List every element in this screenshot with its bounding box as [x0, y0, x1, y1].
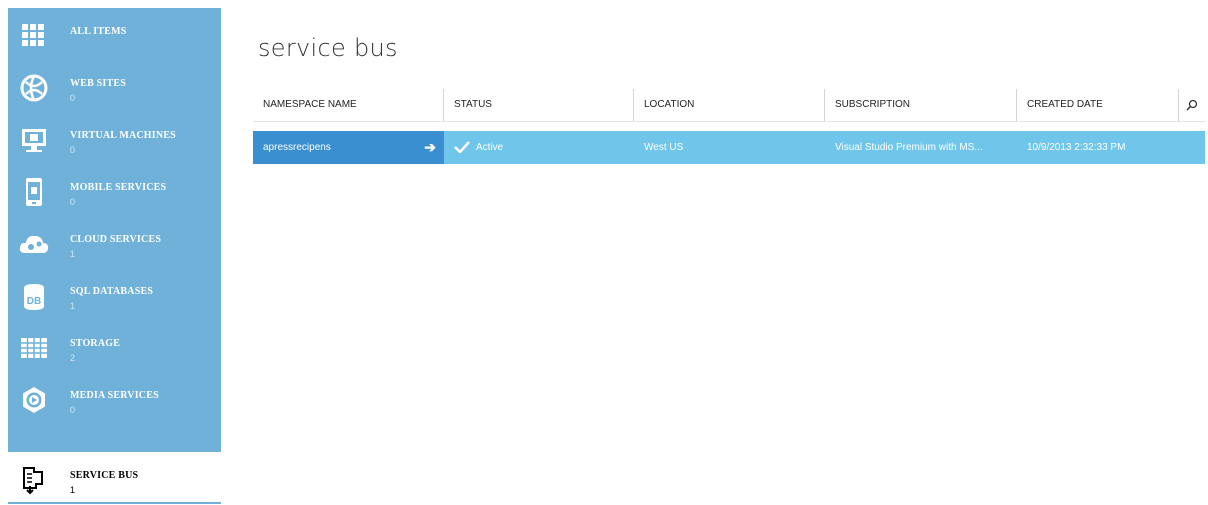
sidebar-nav: ALL ITEMS WEB SITES 0 VIRTUAL MACHINES 0…: [8, 8, 221, 452]
sidebar-item-label: VIRTUAL MACHINES: [70, 130, 176, 141]
table-icon: [21, 338, 47, 358]
sidebar-item-count: 0: [70, 405, 76, 415]
sidebar-item-count: 1: [70, 301, 76, 311]
sidebar-item-label: MEDIA SERVICES: [70, 390, 159, 401]
sidebar-item-count: 2: [70, 353, 76, 363]
subscription-cell: Visual Studio Premium with MS...: [835, 142, 983, 153]
sidebar-divider: [8, 502, 221, 504]
header-divider: [253, 121, 1205, 122]
sidebar-item-label: WEB SITES: [70, 78, 126, 89]
sidebar-item-count: 0: [70, 197, 76, 207]
sidebar-item-count: 0: [70, 145, 76, 155]
sidebar-item-label: MOBILE SERVICES: [70, 182, 167, 193]
grid-icon: [22, 24, 44, 46]
sidebar-item-label: STORAGE: [70, 338, 121, 349]
sidebar-item-cloud-services[interactable]: CLOUD SERVICES 1: [8, 216, 221, 268]
database-icon: DB: [24, 284, 44, 310]
table-header: NAMESPACE NAME STATUS LOCATION SUBSCRIPT…: [253, 89, 1205, 121]
created-date-cell: 10/9/2013 2:32:33 PM: [1027, 142, 1126, 153]
sidebar-item-media-services[interactable]: MEDIA SERVICES 0: [8, 372, 221, 424]
globe-icon: [20, 74, 48, 102]
namespace-name-cell[interactable]: apressrecipens ➔: [253, 131, 444, 164]
status-text: Active: [476, 142, 504, 153]
sidebar-item-web-sites[interactable]: WEB SITES 0: [8, 60, 221, 112]
sidebar-item-storage[interactable]: STORAGE 2: [8, 320, 221, 372]
column-header-subscription[interactable]: SUBSCRIPTION: [825, 89, 1017, 121]
arrow-right-icon[interactable]: ➔: [424, 131, 436, 164]
column-header-created-date[interactable]: CREATED DATE: [1017, 89, 1179, 121]
sidebar-item-count: 1: [70, 249, 76, 259]
sidebar-item-label: SQL DATABASES: [70, 286, 154, 297]
namespace-name: apressrecipens: [263, 142, 331, 153]
sidebar-item-label: ALL ITEMS: [70, 26, 127, 37]
search-button[interactable]: [1179, 89, 1205, 121]
column-header-location[interactable]: LOCATION: [634, 89, 825, 121]
sidebar-item-sql-databases[interactable]: DB SQL DATABASES 1: [8, 268, 221, 320]
location-cell: West US: [644, 142, 684, 153]
svg-text:DB: DB: [27, 296, 41, 307]
sidebar-item-virtual-machines[interactable]: VIRTUAL MACHINES 0: [8, 112, 221, 164]
cloud-gears-icon: [19, 235, 49, 253]
play-circle-icon: [23, 387, 45, 413]
sidebar-item-label: CLOUD SERVICES: [70, 234, 162, 245]
service-bus-icon: [23, 467, 43, 495]
sidebar-item-mobile-services[interactable]: MOBILE SERVICES 0: [8, 164, 221, 216]
checkmark-icon: [454, 141, 470, 154]
column-header-status[interactable]: STATUS: [444, 89, 634, 121]
table-row[interactable]: apressrecipens ➔ Active West US Visual S…: [253, 131, 1205, 164]
column-header-namespace-name[interactable]: NAMESPACE NAME: [253, 89, 444, 121]
sidebar-item-count: 0: [70, 93, 76, 103]
page-title: service bus: [258, 34, 398, 62]
phone-icon: [26, 178, 42, 206]
monitor-icon: [22, 129, 46, 152]
sidebar-item-all-items[interactable]: ALL ITEMS: [8, 8, 221, 60]
sidebar-item-service-bus[interactable]: SERVICE BUS 1: [8, 452, 221, 504]
search-icon: [1186, 99, 1198, 111]
sidebar-item-label: SERVICE BUS: [70, 470, 139, 481]
status-cell: Active: [444, 131, 634, 164]
sidebar-item-count: 1: [70, 485, 76, 495]
